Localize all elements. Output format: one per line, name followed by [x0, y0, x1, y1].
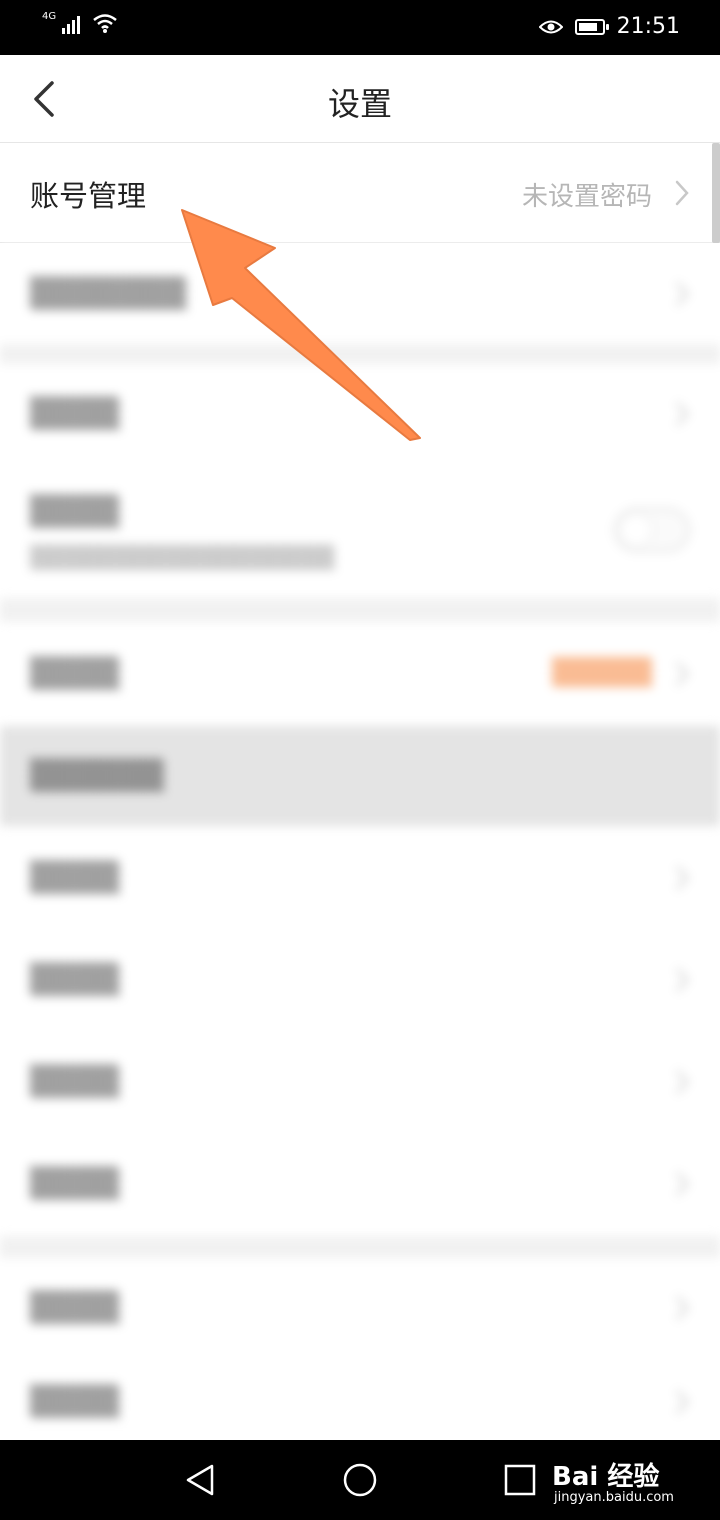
- chevron-right-icon: [676, 968, 689, 992]
- chevron-right-icon: [676, 402, 689, 426]
- blurred-text: ▒▒▒▒▒▒▒: [30, 276, 187, 310]
- blurred-cache-size: ▒▒▒▒▒: [552, 658, 652, 688]
- list-item[interactable]: ▒▒▒▒▒▒▒: [0, 244, 720, 344]
- blurred-settings-list: ▒▒▒▒▒▒▒ ▒▒▒▒ ▒▒▒▒ ▒▒▒▒▒▒▒▒▒▒▒▒▒▒▒▒▒▒ ▒▒▒…: [0, 244, 720, 1440]
- list-item[interactable]: ▒▒▒▒: [0, 930, 720, 1030]
- chevron-right-icon: [676, 282, 689, 306]
- wifi-icon: [93, 14, 117, 33]
- account-management-label: 账号管理: [30, 179, 147, 213]
- blurred-text: ▒▒▒▒: [30, 860, 120, 894]
- blurred-subtext: ▒▒▒▒▒▒▒▒▒▒▒▒▒▒▒▒▒▒: [30, 546, 335, 571]
- status-right: 21:51: [538, 13, 680, 41]
- blurred-text: ▒▒▒▒: [30, 656, 120, 690]
- section-divider: [0, 344, 720, 364]
- network-type: 4G: [42, 11, 57, 22]
- blurred-text: ▒▒▒▒: [30, 1290, 120, 1324]
- section-divider: [0, 1236, 720, 1258]
- account-management-row[interactable]: 账号管理 未设置密码: [0, 143, 720, 243]
- chevron-right-icon: [676, 866, 689, 890]
- chevron-right-icon: [676, 1296, 689, 1320]
- scrollbar[interactable]: [712, 143, 720, 243]
- chevron-right-icon: [676, 662, 689, 686]
- status-bar: 4G 21:51: [0, 0, 720, 55]
- blurred-text: ▒▒▒▒: [30, 494, 120, 528]
- chevron-right-icon: [676, 1172, 689, 1196]
- header: 设置: [0, 55, 720, 143]
- status-left: 4G: [42, 12, 118, 34]
- nav-recent-apps-icon[interactable]: [500, 1460, 540, 1500]
- blurred-text: ▒▒▒▒: [30, 1064, 120, 1098]
- nav-home-icon[interactable]: [340, 1460, 380, 1500]
- list-item[interactable]: ▒▒▒▒ ▒▒▒▒▒: [0, 624, 720, 724]
- list-item-highlighted[interactable]: ▒▒▒▒▒▒: [0, 726, 720, 826]
- clock: 21:51: [616, 14, 680, 39]
- chevron-right-icon: [676, 1390, 689, 1414]
- battery-icon: [574, 19, 609, 35]
- toggle-switch[interactable]: [614, 508, 690, 552]
- blurred-text: ▒▒▒▒▒▒: [30, 758, 164, 792]
- page-title: 设置: [327, 85, 392, 123]
- list-item[interactable]: ▒▒▒▒: [0, 364, 720, 464]
- baidu-watermark: Bai 经验 jingyan.baidu.com: [552, 1440, 702, 1520]
- section-divider: [0, 598, 720, 622]
- blurred-text: ▒▒▒▒: [30, 1166, 120, 1200]
- eye-icon: [538, 20, 563, 34]
- watermark-url: jingyan.baidu.com: [554, 1490, 674, 1505]
- nav-back-icon[interactable]: [180, 1460, 220, 1500]
- chevron-right-icon: [675, 180, 689, 206]
- blurred-text: ▒▒▒▒: [30, 962, 120, 996]
- password-status: 未设置密码: [521, 182, 652, 212]
- blurred-text: ▒▒▒▒: [30, 1384, 120, 1418]
- list-item[interactable]: ▒▒▒▒: [0, 828, 720, 928]
- list-item[interactable]: ▒▒▒▒: [0, 1258, 720, 1358]
- blurred-text: ▒▒▒▒: [30, 396, 120, 430]
- watermark-brand: Bai 经验: [552, 1462, 660, 1492]
- list-item[interactable]: ▒▒▒▒: [0, 1360, 720, 1440]
- list-item[interactable]: ▒▒▒▒: [0, 1032, 720, 1132]
- list-item: ▒▒▒▒ ▒▒▒▒▒▒▒▒▒▒▒▒▒▒▒▒▒▒: [0, 466, 720, 596]
- signal-icon: [62, 16, 81, 34]
- list-item[interactable]: ▒▒▒▒: [0, 1134, 720, 1234]
- chevron-right-icon: [676, 1070, 689, 1094]
